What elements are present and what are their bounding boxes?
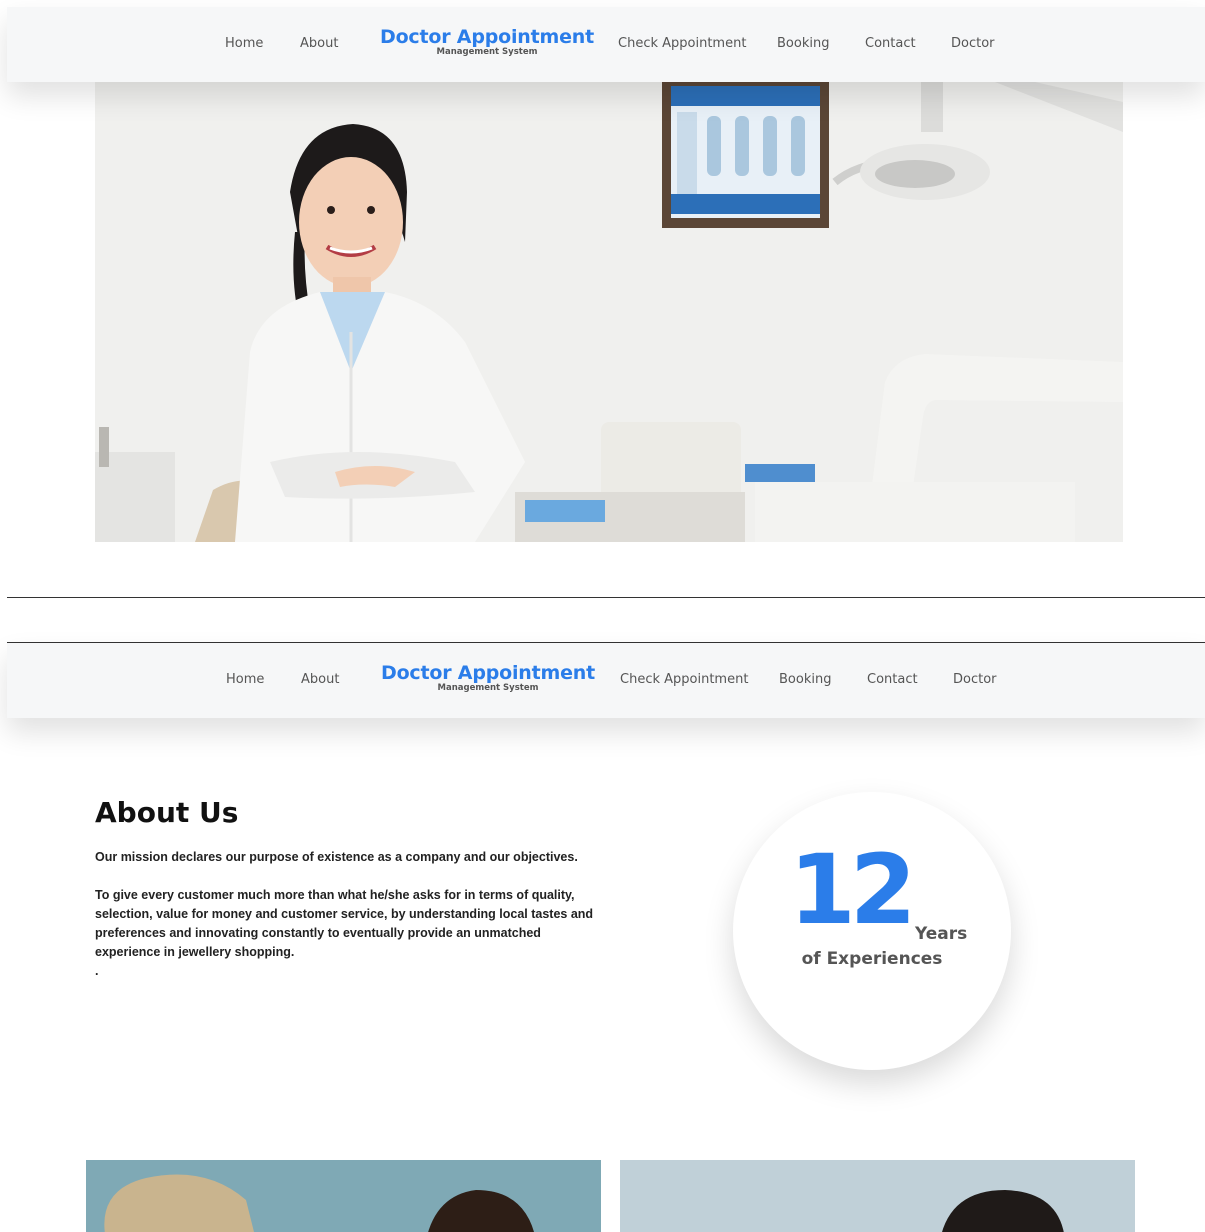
nav-booking-link[interactable]: Booking [779,672,831,687]
brand-logo[interactable]: Doctor Appointment Management System [380,26,594,57]
experience-badge: 12 Years of Experiences [733,792,1011,1070]
doctor-photo [620,1160,1135,1232]
about-dot: . [95,964,99,978]
nav-contact-link[interactable]: Contact [867,672,918,687]
brand-logo[interactable]: Doctor Appointment Management System [381,662,595,693]
nav-check-appointment-link[interactable]: Check Appointment [618,36,746,51]
nav-check-appointment-link[interactable]: Check Appointment [620,672,748,687]
nav-booking-link[interactable]: Booking [777,36,829,51]
brand-subtitle: Management System [436,47,538,57]
experience-label: of Experiences [801,949,943,969]
about-description: To give every customer much more than wh… [95,888,594,959]
hero-image [95,82,1123,542]
team-photo [86,1160,601,1232]
nav-home-link[interactable]: Home [226,672,264,687]
nav-doctor-link[interactable]: Doctor [953,672,997,687]
brand-title: Doctor Appointment [381,662,595,684]
brand-title: Doctor Appointment [380,26,594,48]
brand-subtitle: Management System [437,683,539,693]
about-mission: Our mission declares our purpose of exis… [95,850,578,864]
nav-about-link[interactable]: About [301,672,339,687]
top-navbar: Home About Doctor Appointment Management… [7,7,1205,82]
team-photo-illustration [86,1160,601,1232]
about-title: About Us [95,796,239,829]
nav-doctor-link[interactable]: Doctor [951,36,995,51]
nav-about-link[interactable]: About [300,36,338,51]
nav-home-link[interactable]: Home [225,36,263,51]
second-navbar: Home About Doctor Appointment Management… [7,643,1205,718]
hero-illustration [95,82,1123,542]
experience-unit: Years [915,924,968,944]
section-divider [7,597,1205,598]
experience-number: 12 [789,834,917,946]
doctor-photo-illustration [620,1160,1135,1232]
nav-contact-link[interactable]: Contact [865,36,916,51]
